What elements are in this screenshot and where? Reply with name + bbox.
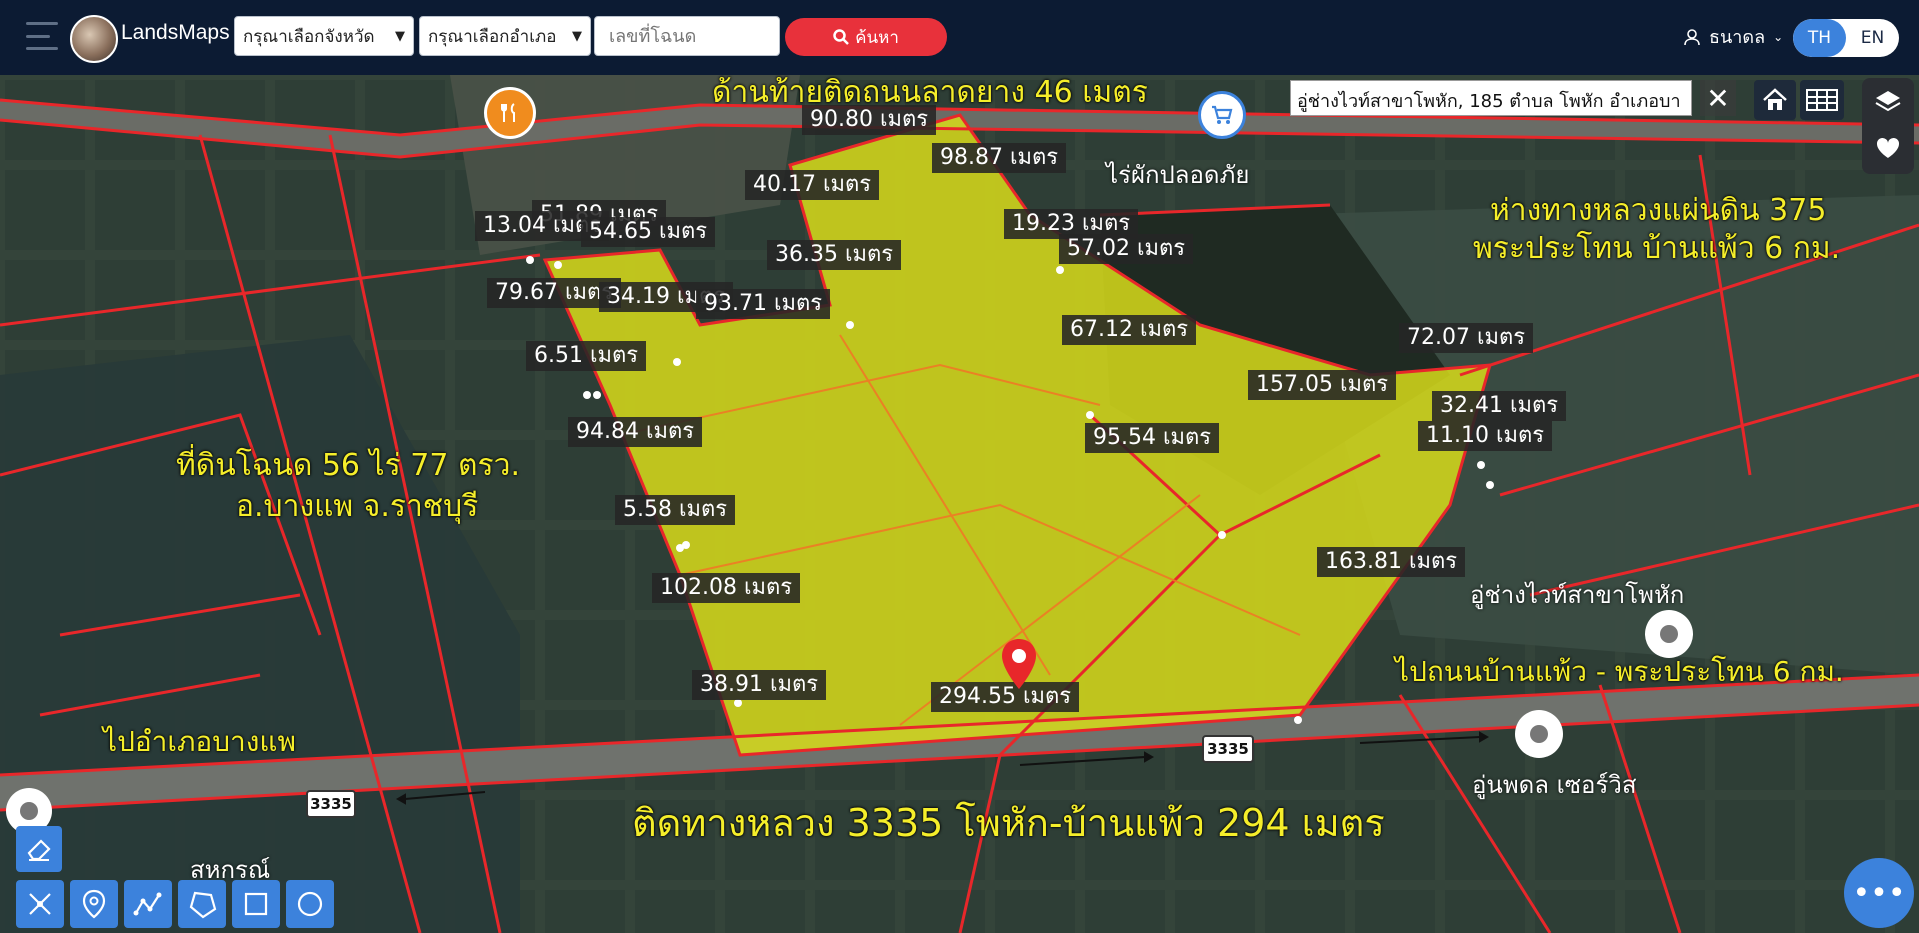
rectangle-icon [244,892,268,916]
polyline-tool-button[interactable] [124,880,172,928]
top-bar: LandsMaps กรุณาเลือกจังหวัด ▼ กรุณาเลือก… [0,0,1919,75]
layers-icon [1875,91,1901,112]
home-icon [1763,88,1787,110]
eraser-icon [27,839,51,861]
measurement-label: 11.10 เมตร [1418,421,1553,451]
search-button[interactable]: ค้นหา [785,18,947,56]
chevron-down-icon: ▼ [572,28,582,44]
measurement-label: 157.05 เมตร [1248,370,1397,400]
user-menu[interactable]: ธนาดล ⌄ [1683,22,1783,51]
polyline-icon [133,892,162,916]
user-name: ธนาดล [1709,27,1766,48]
measurement-label: 163.81 เมตร [1317,547,1466,577]
measurement-label: 57.02 เมตร [1059,234,1194,264]
more-menu-button[interactable]: ••• [1844,858,1914,928]
pin-tool-button[interactable] [70,880,118,928]
user-icon [1684,28,1700,45]
province-select[interactable]: กรุณาเลือกจังหวัด ▼ [234,16,414,56]
search-icon [833,29,850,45]
circle-icon [297,891,323,917]
heart-icon [1876,137,1900,158]
district-select[interactable]: กรุณาเลือกอำเภอ ▼ [419,16,591,56]
home-button[interactable] [1754,80,1796,120]
place-label: อู่ช่างไวท์สาขาโพหัก [1470,581,1685,609]
measurement-label: 95.54 เมตร [1085,423,1220,453]
measurement-label: 93.71 เมตร [696,289,831,319]
more-icon: ••• [1852,875,1906,911]
annotation-to-banphaeo: ไปถนนบ้านแพ้ว - พระประโทน 6 กม. [1395,655,1844,688]
location-pin-icon[interactable] [1645,610,1693,658]
road-shield: 3335 [306,790,356,818]
shopping-cart-icon[interactable] [1198,91,1246,139]
lang-en-button[interactable]: EN [1846,19,1899,57]
search-button-label: ค้นหา [855,27,899,48]
polygon-tool-button[interactable] [178,880,226,928]
annotation-deed-line1: ที่ดินโฉนด 56 ไร่ 77 ตรว. [176,448,520,483]
measure-tool-button[interactable] [16,880,64,928]
annotation-rear-road: ด้านท้ายติดถนนลาดยาง 46 เมตร [712,75,1148,110]
ruler-icon [29,893,51,915]
favorite-button[interactable] [1872,132,1904,164]
rectangle-tool-button[interactable] [232,880,280,928]
eraser-tool-button[interactable] [16,826,62,872]
measurement-label: 6.51 เมตร [526,341,647,371]
annotation-to-bangphae: ไปอำเภอบางแพ [103,725,296,758]
app-logo[interactable] [70,15,118,63]
location-pin-icon[interactable] [1515,710,1563,758]
annotation-deed-line2: อ.บางแพ จ.ราชบุรี [236,489,479,524]
polygon-icon [189,891,217,919]
measurement-label: 98.87 เมตร [932,143,1067,173]
measurement-label: 94.84 เมตร [568,417,703,447]
measurement-label: 102.08 เมตร [652,573,801,603]
chevron-down-icon: ⌄ [1773,29,1784,44]
app-brand[interactable]: LandsMaps [121,21,230,45]
measurement-label: 54.65 เมตร [581,217,716,247]
language-toggle[interactable]: TH EN [1793,19,1899,57]
map-marker-icon[interactable] [999,637,1039,691]
place-label: อู่นพดล เซอร์วิส [1472,771,1637,799]
measurement-label: 67.12 เมตร [1062,315,1197,345]
map-view[interactable]: 3335 3335 90.80 เมตร 98.87 เมตร 40.17 เม… [0,75,1919,933]
measurement-label: 38.91 เมตร [692,670,827,700]
lang-th-button[interactable]: TH [1793,19,1846,57]
location-pin-icon [82,889,106,919]
district-select-value: กรุณาเลือกอำเภอ [428,26,557,47]
province-select-value: กรุณาเลือกจังหวัด [243,26,375,47]
measurement-label: 32.41 เมตร [1432,391,1567,421]
chevron-down-icon: ▼ [395,28,405,44]
restaurant-icon[interactable] [484,87,536,139]
measurement-label: 36.35 เมตร [767,240,902,270]
deed-number-input[interactable] [594,16,780,56]
place-label: ไร่ผักปลอดภัย [1106,161,1250,189]
map-side-toolbar [1862,78,1914,174]
menu-icon[interactable] [26,22,58,50]
road-shield: 3335 [1202,735,1254,763]
layers-button[interactable] [1872,86,1904,118]
grid-icon [1806,89,1838,111]
measurement-label: 5.58 เมตร [615,495,736,525]
measurement-label: 72.07 เมตร [1399,323,1534,353]
address-search-result[interactable]: อู่ช่างไวท์สาขาโพหัก, 185 ตำบล โพหัก อำเ… [1290,80,1692,116]
measurement-label: 40.17 เมตร [745,170,880,200]
annotation-frontage: ติดทางหลวง 3335 โพหัก-บ้านแพ้ว 294 เมตร [632,801,1385,845]
close-icon[interactable]: ✕ [1700,80,1736,116]
annotation-distance-line2: พระประโทน บ้านแพ้ว 6 กม. [1473,231,1841,266]
grid-button[interactable] [1800,80,1844,120]
circle-tool-button[interactable] [286,880,334,928]
